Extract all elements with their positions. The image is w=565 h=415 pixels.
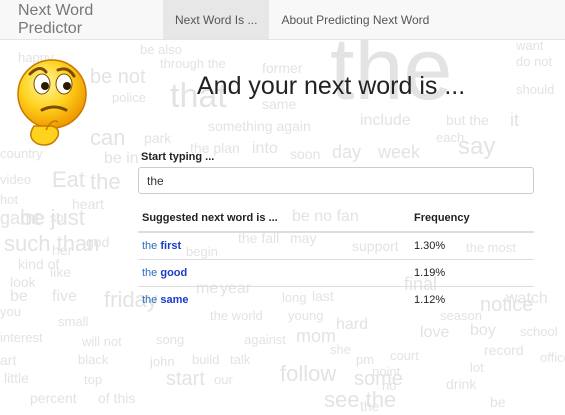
suggestion-cell[interactable]: the good [138,259,410,287]
cloud-word: boy [470,322,496,339]
table-header-row: Suggested next word is ... Frequency [138,206,534,233]
table-row: the first 1.30% [138,232,534,260]
input-label: Start typing ... [141,151,215,163]
cloud-word: be [10,288,28,305]
cloud-word: you [0,304,21,319]
cloud-word: build [192,352,220,367]
cloud-word: five [52,288,77,305]
cloud-word: Eat [52,167,86,192]
cloud-word: the [360,398,380,414]
suggestion-word[interactable]: first [160,240,181,252]
cloud-word: small [58,314,89,329]
tab-about[interactable]: About Predicting Next Word [269,0,441,39]
cloud-word: interest [0,330,43,345]
suggestion-word[interactable]: same [160,294,188,306]
cloud-word: but the [446,112,489,128]
cloud-word: court [390,348,419,363]
table-row: the good 1.19% [138,259,534,287]
cloud-word: through the [160,56,226,71]
brand-title[interactable]: Next Word Predictor [0,0,163,39]
cloud-word: start [166,368,205,390]
cloud-word: top [84,372,103,387]
cloud-word: percent [30,390,77,406]
cloud-word: follow [280,361,337,386]
cloud-word: can [90,125,126,150]
cloud-word: something again [208,118,311,134]
cloud-word: include [360,112,411,129]
cloud-word: black [78,352,109,367]
cloud-word: so [50,210,64,225]
cloud-word: lot [470,360,484,375]
cloud-word: hot [0,192,19,207]
suggestion-prefix: the [142,267,158,279]
thinking-face-icon [17,59,87,146]
frequency-cell: 1.12% [410,286,534,313]
column-header-frequency: Frequency [410,206,534,233]
tab-next-word[interactable]: Next Word Is ... [163,0,270,39]
cloud-word: our [214,372,233,387]
cloud-word: video [0,172,32,187]
cloud-word: against [244,332,286,347]
cloud-word: john [150,354,175,369]
suggestion-prefix: the [142,294,158,306]
suggestion-cell[interactable]: the same [138,286,410,313]
cloud-word: song [156,332,185,347]
cloud-word: the [90,169,121,194]
cloud-word: week [378,142,421,162]
cloud-word: park [144,130,172,146]
cloud-word: each [436,130,465,145]
cloud-word: drink [446,376,477,392]
frequency-cell: 1.30% [414,240,446,252]
cloud-word: be also [140,42,182,57]
cloud-word: art [0,352,17,368]
cloud-word: her [52,242,73,258]
cloud-word: little [4,370,29,386]
suggestion-word[interactable]: good [160,267,187,279]
cloud-word: should [516,82,555,97]
frequency-cell: 1.19% [410,259,534,287]
cloud-word: police [112,90,146,105]
page-heading: And your next word is ... [197,72,466,100]
cloud-word: love [420,324,450,341]
cloud-word: kind of [18,256,60,272]
suggestion-cell[interactable]: the first [138,232,410,260]
cloud-word: be in [104,150,139,167]
cloud-word: be not [90,66,146,88]
cloud-word: she [330,342,351,357]
cloud-word: do not [516,54,553,69]
cloud-word: will not [82,334,122,349]
cloud-word: hard [336,316,369,333]
cloud-word: look [10,274,36,290]
column-header-suggestion: Suggested next word is ... [138,206,410,233]
cloud-word: talk [230,352,251,367]
table-row: the same 1.12% [138,286,534,313]
cloud-word: record [484,342,524,358]
cloud-word: be [490,394,506,410]
suggestions-table: Suggested next word is ... Frequency the… [138,206,534,313]
cloud-word: day [332,142,362,162]
cloud-word: want [516,39,544,53]
next-word-input[interactable] [138,167,534,194]
cloud-word: school [520,324,558,339]
cloud-word: god [86,234,110,250]
suggestion-prefix: the [142,240,158,252]
cloud-word: of this [98,390,136,406]
cloud-word: it [510,110,519,130]
navbar: Next Word Predictor Next Word Is ... Abo… [0,0,565,40]
cloud-word: country [0,146,43,161]
cloud-word: soon [290,146,321,162]
cloud-word: into [252,140,278,157]
cloud-word: office [540,350,565,365]
